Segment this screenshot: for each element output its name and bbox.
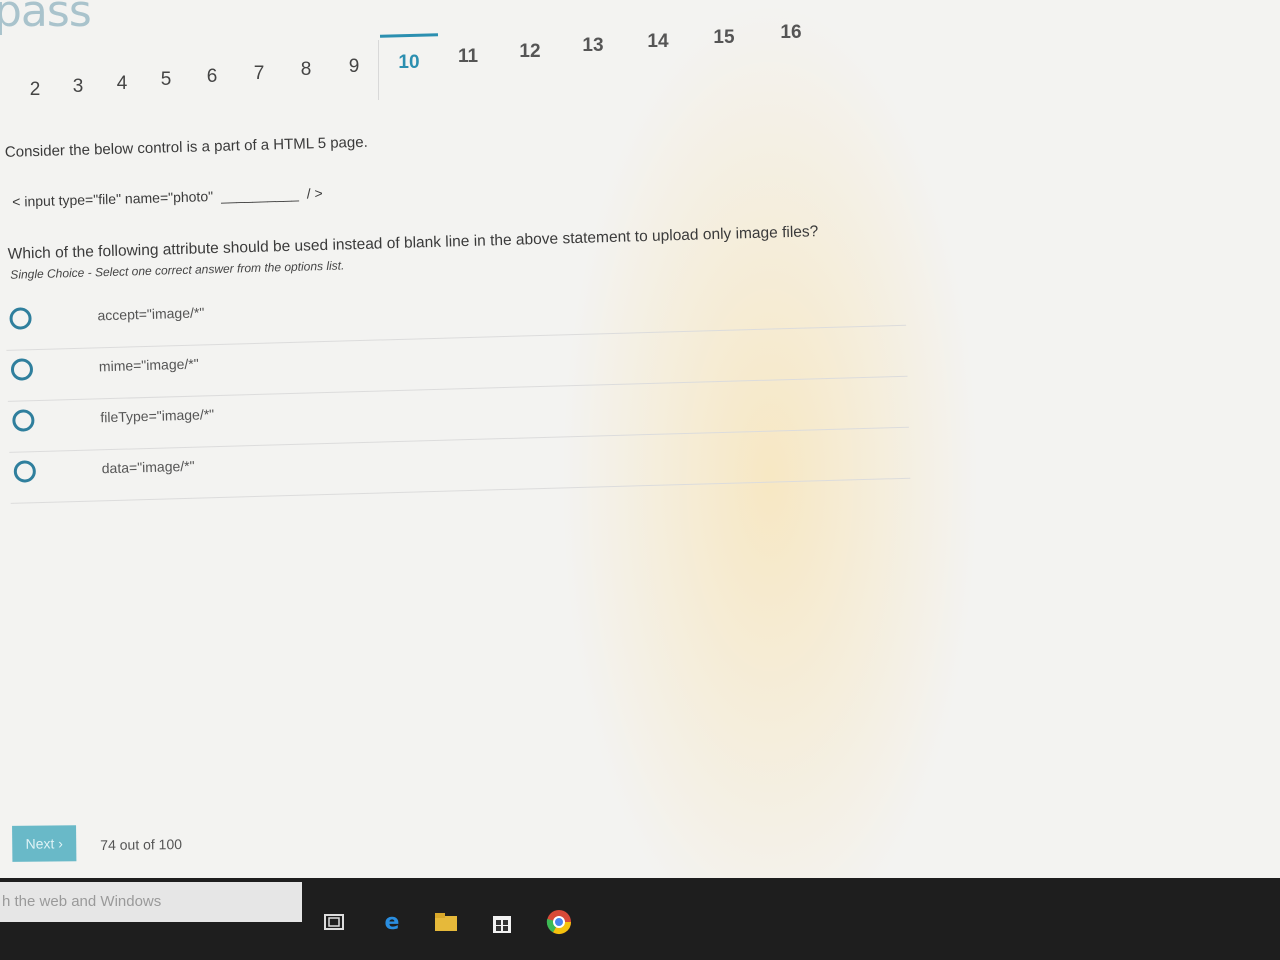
current-question-indicator: [379, 33, 439, 38]
answer-options: accept="image/*" mime="image/*" fileType…: [5, 274, 911, 504]
question-number-7[interactable]: 7: [254, 63, 265, 85]
option-label: mime="image/*": [98, 355, 199, 375]
taskbar-search-input[interactable]: h the web and Windows: [0, 882, 302, 922]
question-navigation: 2 3 4 5 6 7 8 9 10 11 12 13 14 15 16: [0, 0, 1280, 110]
option-label: accept="image/*": [97, 304, 205, 324]
question-number-10[interactable]: 10: [398, 52, 419, 74]
taskbar: h the web and Windows e: [0, 878, 1280, 960]
question-number-14[interactable]: 14: [647, 31, 668, 53]
question-number-6[interactable]: 6: [207, 66, 218, 88]
question-number-2[interactable]: 2: [30, 79, 41, 101]
question-number-9[interactable]: 9: [349, 56, 360, 78]
question-number-15[interactable]: 15: [713, 27, 734, 49]
file-explorer-icon[interactable]: [432, 908, 460, 936]
question-intro: Consider the below control is a part of …: [4, 133, 368, 161]
question-number-3[interactable]: 3: [73, 76, 84, 98]
question-number-11[interactable]: 11: [458, 46, 478, 68]
nav-divider: [378, 40, 379, 100]
next-button[interactable]: Next ›: [12, 825, 77, 862]
option-label: fileType="image/*": [100, 406, 215, 426]
question-footer: Next › 74 out of 100: [0, 819, 300, 868]
question-number-16[interactable]: 16: [780, 22, 801, 44]
code-prefix: < input type="file" name="photo": [12, 188, 214, 210]
radio-button[interactable]: [12, 409, 35, 432]
radio-button[interactable]: [10, 358, 34, 381]
question-number-8[interactable]: 8: [301, 59, 312, 81]
radio-button[interactable]: [9, 307, 32, 330]
code-suffix: / >: [306, 185, 323, 202]
store-icon[interactable]: [488, 908, 516, 936]
question-number-4[interactable]: 4: [117, 73, 128, 95]
question-number-13[interactable]: 13: [582, 35, 603, 57]
chrome-icon[interactable]: [545, 908, 573, 936]
question-prompt: Which of the following attribute should …: [7, 223, 819, 263]
question-number-5[interactable]: 5: [161, 69, 172, 91]
code-blank: __________: [220, 185, 300, 204]
radio-button[interactable]: [13, 460, 37, 483]
option-label: data="image/*": [101, 457, 195, 477]
edge-icon[interactable]: e: [378, 908, 406, 936]
code-snippet: < input type="file" name="photo" _______…: [12, 185, 323, 210]
progress-counter: 74 out of 100: [100, 836, 183, 853]
task-view-icon[interactable]: [320, 908, 348, 936]
question-number-12[interactable]: 12: [519, 41, 540, 63]
